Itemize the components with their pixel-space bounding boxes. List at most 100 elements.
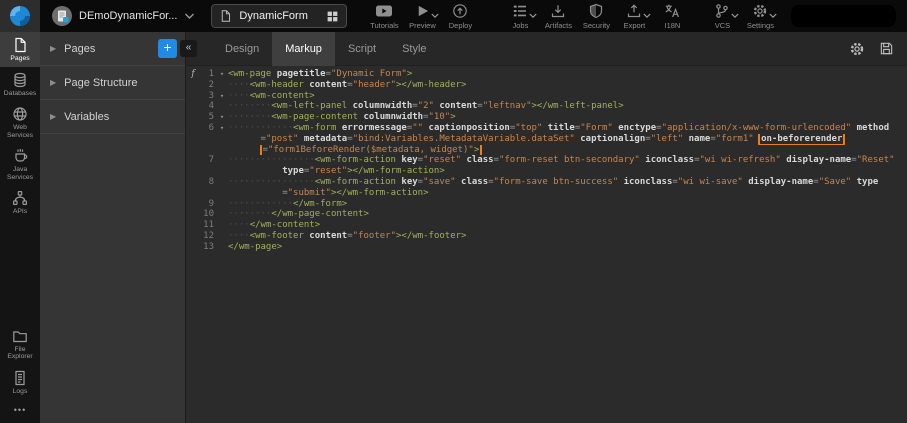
code-line[interactable]: 8················<wm-form-action key="sa… (186, 177, 907, 188)
panel-section-pages[interactable]: ▶Pages+ (40, 32, 185, 66)
sidebar-item-apis[interactable]: APIs (0, 185, 40, 220)
code-text: ····</wm-content> (228, 220, 907, 231)
sidebar-item-file-explorer[interactable]: FileExplorer (0, 323, 40, 365)
line-number: 2 (200, 80, 216, 91)
project-name: DEmoDynamicFor... (79, 10, 177, 22)
gutter-spacer (186, 242, 200, 253)
sidebar-item-logs[interactable]: Logs (0, 365, 40, 400)
project-avatar (52, 6, 72, 26)
topbar-action-security[interactable]: Security (581, 3, 611, 30)
code-line[interactable]: ="post" metadata="bind:Variables.Metadat… (186, 134, 907, 145)
code-line[interactable]: 3▾····<wm-content> (186, 91, 907, 102)
sidebar-more-button[interactable]: ••• (0, 399, 40, 423)
code-line[interactable]: 10········</wm-page-content> (186, 209, 907, 220)
sidebar-item-label: JavaServices (7, 166, 33, 181)
code-line[interactable]: 12····<wm-footer content="footer"></wm-f… (186, 231, 907, 242)
gutter-spacer (186, 188, 200, 199)
line-number: 3 (200, 91, 216, 102)
tab-design[interactable]: Design (212, 32, 272, 66)
fold-arrow-icon[interactable]: ▾ (216, 112, 228, 123)
line-number (200, 166, 216, 177)
topbar-action-i18n[interactable]: I18N (657, 3, 687, 30)
code-line[interactable]: 2····<wm-header content="header"></wm-he… (186, 80, 907, 91)
project-selector[interactable]: DEmoDynamicFor... (52, 6, 195, 26)
code-text: ········</wm-page-content> (228, 209, 907, 220)
fold-arrow-icon[interactable]: ▾ (216, 69, 228, 80)
panel-section-page-structure[interactable]: ▶Page Structure (40, 66, 185, 100)
highlight-annotation-box: ="form1BeforeRender($metadata, widget)"> (261, 145, 482, 155)
topbar-action-label: Security (583, 21, 610, 30)
topbar-action-jobs[interactable]: Jobs (505, 3, 535, 30)
topbar-action-artifacts[interactable]: Artifacts (543, 3, 573, 30)
tab-style[interactable]: Style (389, 32, 439, 66)
code-line[interactable]: 9············</wm-form> (186, 199, 907, 210)
wavemaker-ide: DEmoDynamicFor... DynamicForm Tutorials P… (0, 0, 907, 423)
code-line[interactable]: ="form1BeforeRender($metadata, widget)"> (186, 145, 907, 156)
fold-arrow-icon[interactable]: ▾ (216, 123, 228, 134)
topbar-action-tutorials[interactable]: Tutorials (369, 3, 399, 30)
save-icon[interactable] (879, 41, 894, 57)
gutter-marker: f (186, 69, 200, 80)
code-text: ="post" metadata="bind:Variables.Metadat… (228, 134, 907, 145)
log-icon (12, 370, 28, 386)
code-line[interactable]: f1▾<wm-page pagetitle="Dynamic Form"> (186, 69, 907, 80)
folder-icon (12, 328, 28, 344)
tab-script[interactable]: Script (335, 32, 389, 66)
topbar-action-preview[interactable]: Preview (407, 3, 437, 30)
code-line[interactable]: 7················<wm-form-action key="re… (186, 155, 907, 166)
topbar-action-label: VCS (715, 21, 730, 30)
fold-spacer (216, 101, 228, 112)
code-line[interactable]: ="submit"></wm-form-action> (186, 188, 907, 199)
panel-section-label: Pages (64, 43, 158, 55)
chevron-down-icon (431, 13, 439, 19)
line-number: 6 (200, 123, 216, 134)
code-editor[interactable]: f1▾<wm-page pagetitle="Dynamic Form">2··… (186, 66, 907, 423)
topbar-action-label: Preview (409, 21, 436, 30)
topbar-action-export[interactable]: Export (619, 3, 649, 30)
chevron-down-icon (184, 13, 195, 20)
wavemaker-logo[interactable] (0, 0, 40, 32)
download-icon (550, 3, 566, 19)
code-line[interactable]: 5▾········<wm-page-content columnwidth="… (186, 112, 907, 123)
gutter-spacer (186, 112, 200, 123)
topbar-action-vcs[interactable]: VCS (707, 3, 737, 30)
code-line[interactable]: 6▾············<wm-form errormessage="" c… (186, 123, 907, 134)
code-text: ············<wm-form errormessage="" cap… (228, 123, 907, 134)
left-icon-rail: Pages Databases WebServices JavaServices API… (0, 32, 40, 423)
tab-markup[interactable]: Markup (272, 32, 335, 66)
fold-spacer (216, 155, 228, 166)
fold-arrow-icon[interactable]: ▾ (216, 91, 228, 102)
code-line[interactable]: 4········<wm-left-panel columnwidth="2" … (186, 101, 907, 112)
fold-spacer (216, 188, 228, 199)
topbar-action-label: Deploy (449, 21, 472, 30)
page-tab-dynamicform[interactable]: DynamicForm (211, 4, 347, 28)
panel-section-variables[interactable]: ▶Variables (40, 100, 185, 134)
code-text: ············</wm-form> (228, 199, 907, 210)
collapse-panel-button[interactable]: « (180, 40, 197, 57)
add-page-button[interactable]: + (158, 39, 177, 58)
topbar-action-deploy[interactable]: Deploy (445, 3, 475, 30)
shield-icon (588, 3, 604, 19)
sidebar-item-pages[interactable]: Pages (0, 32, 40, 67)
gutter-spacer (186, 155, 200, 166)
code-line[interactable]: 11····</wm-content> (186, 220, 907, 231)
sidebar-item-databases[interactable]: Databases (0, 67, 40, 102)
branch-icon (714, 3, 730, 19)
code-line[interactable]: 13</wm-page> (186, 242, 907, 253)
sidebar-item-label: Logs (13, 388, 28, 396)
grid-icon[interactable] (326, 10, 339, 23)
code-line[interactable]: type="reset"></wm-form-action> (186, 166, 907, 177)
topbar-action-settings[interactable]: Settings (745, 3, 775, 30)
user-menu-redacted[interactable] (791, 5, 896, 27)
sidebar-item-java-services[interactable]: JavaServices (0, 143, 40, 185)
line-number: 8 (200, 177, 216, 188)
sidebar-item-label: Databases (4, 90, 37, 98)
chevron-down-icon (643, 13, 651, 19)
panel-section-label: Page Structure (64, 77, 177, 89)
editor-tabs: DesignMarkupScriptStyle (212, 32, 440, 66)
sidebar-item-web-services[interactable]: WebServices (0, 101, 40, 143)
editor-settings-gear-icon[interactable] (849, 41, 865, 57)
line-number: 12 (200, 231, 216, 242)
gutter-spacer (186, 134, 200, 145)
line-number (200, 134, 216, 145)
